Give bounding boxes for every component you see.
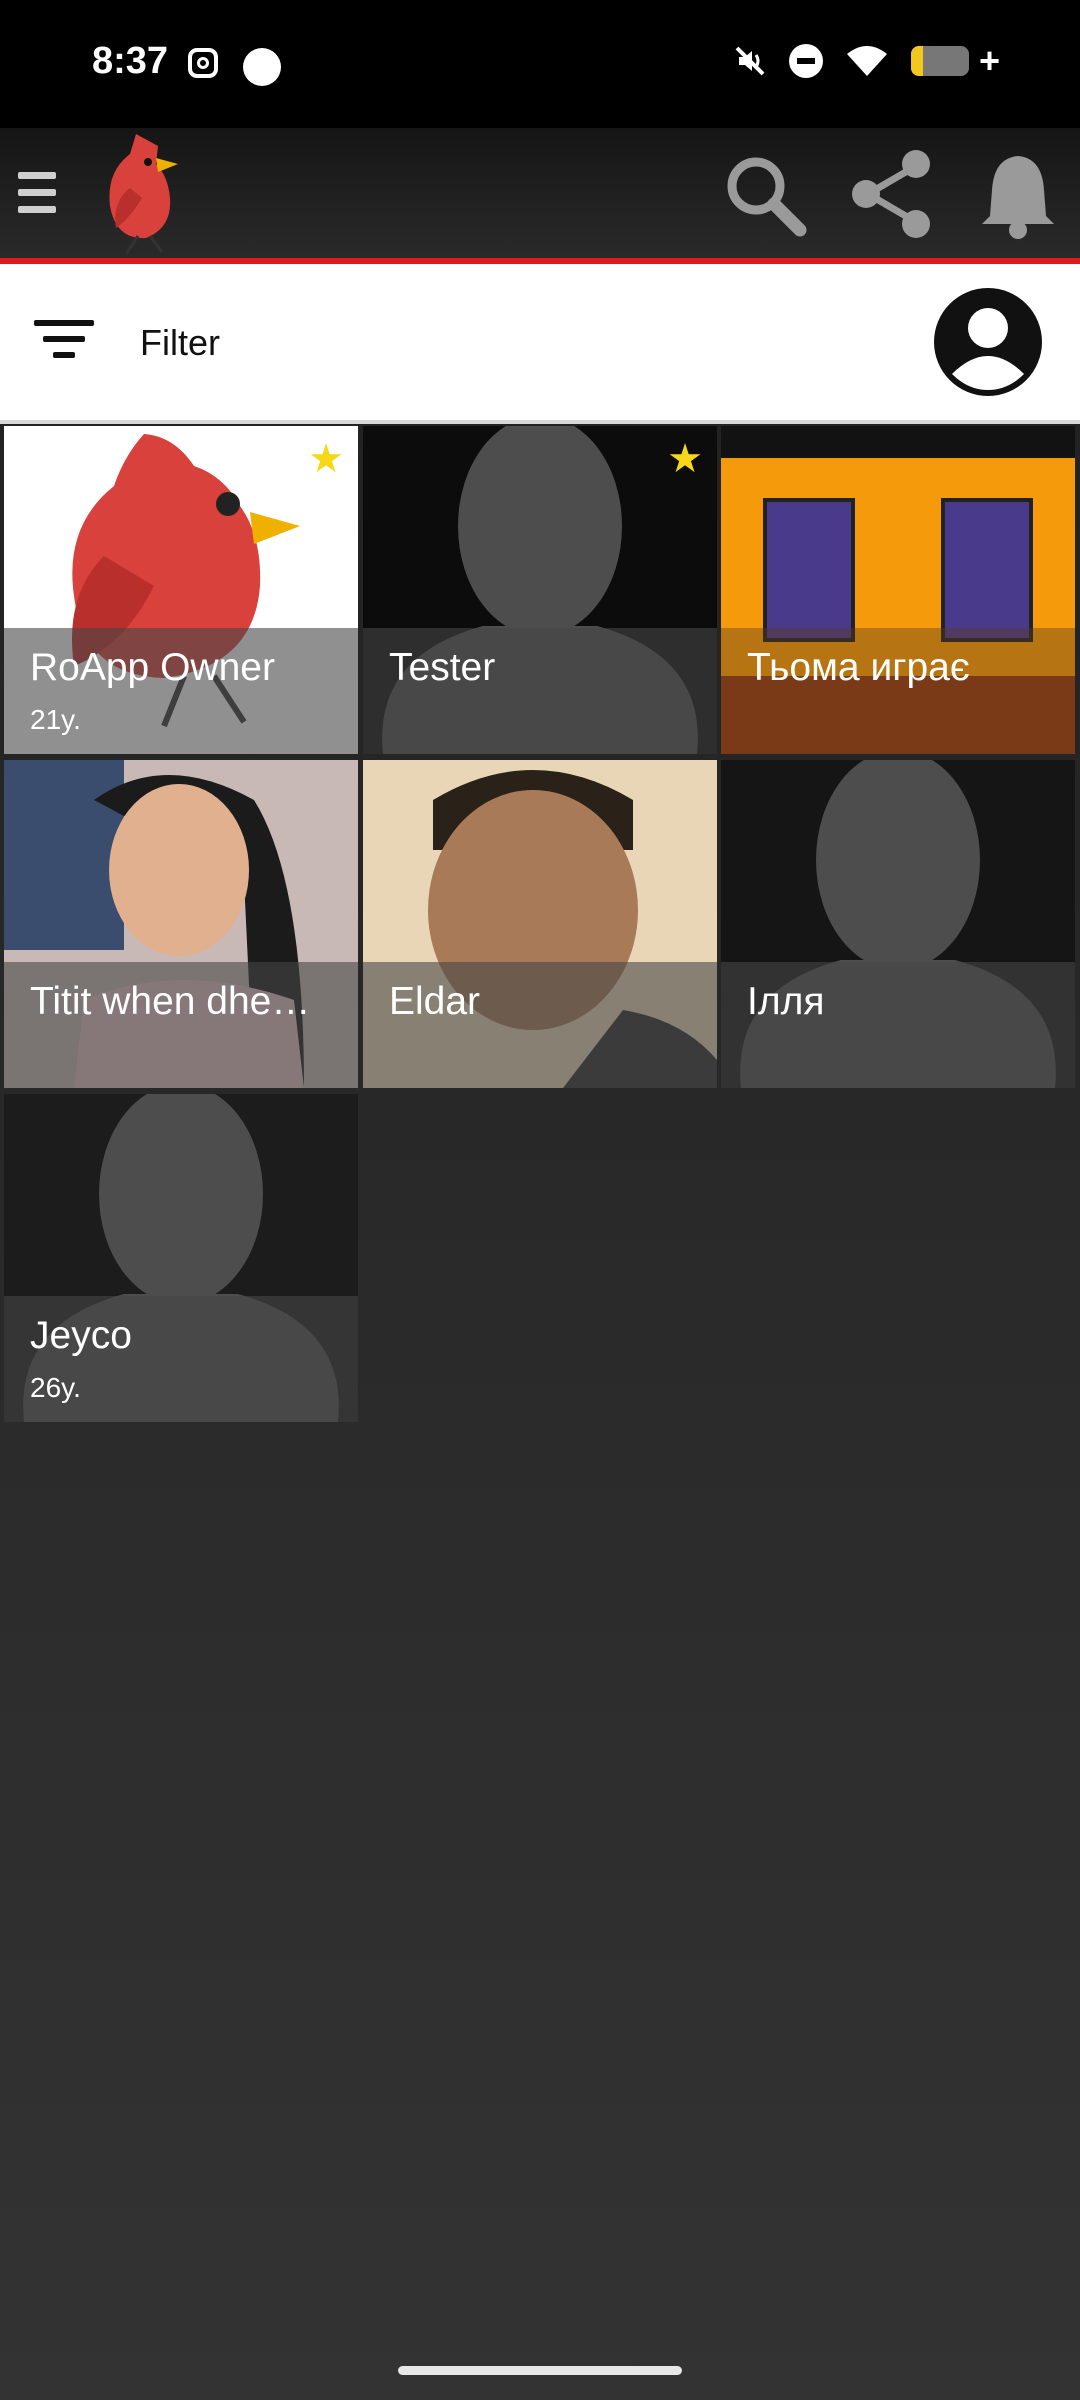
profile-name: Ілля (747, 980, 825, 1023)
profile-name: Тьома играє (747, 646, 970, 689)
filter-icon[interactable] (34, 320, 94, 366)
home-gesture-bar[interactable] (398, 2366, 682, 2375)
app-bar (0, 128, 1080, 264)
profile-tile[interactable]: ★ Tester (363, 426, 717, 754)
bell-icon[interactable] (980, 150, 1056, 240)
profile-name: Jeyco (30, 1314, 132, 1357)
profile-name: Titit when dhe… (30, 980, 311, 1023)
status-time: 8:37 (92, 40, 169, 82)
profile-tile[interactable]: Тьома играє (721, 426, 1075, 754)
profile-tile[interactable]: Ілля (721, 760, 1075, 1088)
instagram-notification-icon (188, 48, 218, 78)
filter-bar: Filter (0, 264, 1080, 424)
star-icon: ★ (308, 437, 344, 481)
profile-age: 21y. (30, 704, 81, 735)
wifi-icon (846, 46, 887, 76)
profile-name: RoApp Owner (30, 646, 275, 689)
account-icon[interactable] (932, 286, 1044, 398)
menu-icon[interactable] (18, 172, 56, 218)
profile-name: Eldar (389, 980, 481, 1023)
profile-name: Tester (389, 646, 496, 689)
battery-icon (910, 46, 969, 76)
profile-tile[interactable]: Eldar (363, 760, 717, 1088)
profile-tile[interactable]: Titit when dhe… (4, 760, 358, 1088)
star-icon: ★ (667, 437, 703, 481)
search-icon[interactable] (720, 150, 810, 240)
do-not-disturb-icon (788, 44, 823, 78)
charging-icon: + (978, 40, 1000, 81)
notification-dot-icon (243, 48, 281, 86)
profile-tile[interactable]: ★ RoApp Owner 21y. (4, 426, 358, 754)
vibrate-mute-icon (735, 46, 765, 76)
status-bar: 8:37 + (0, 0, 1080, 128)
cardinal-bird-logo[interactable] (86, 128, 186, 256)
filter-label[interactable]: Filter (140, 322, 220, 364)
share-icon[interactable] (848, 148, 936, 240)
profile-tile[interactable]: Jeyco 26y. (4, 1094, 358, 1422)
profile-age: 26y. (30, 1372, 81, 1403)
